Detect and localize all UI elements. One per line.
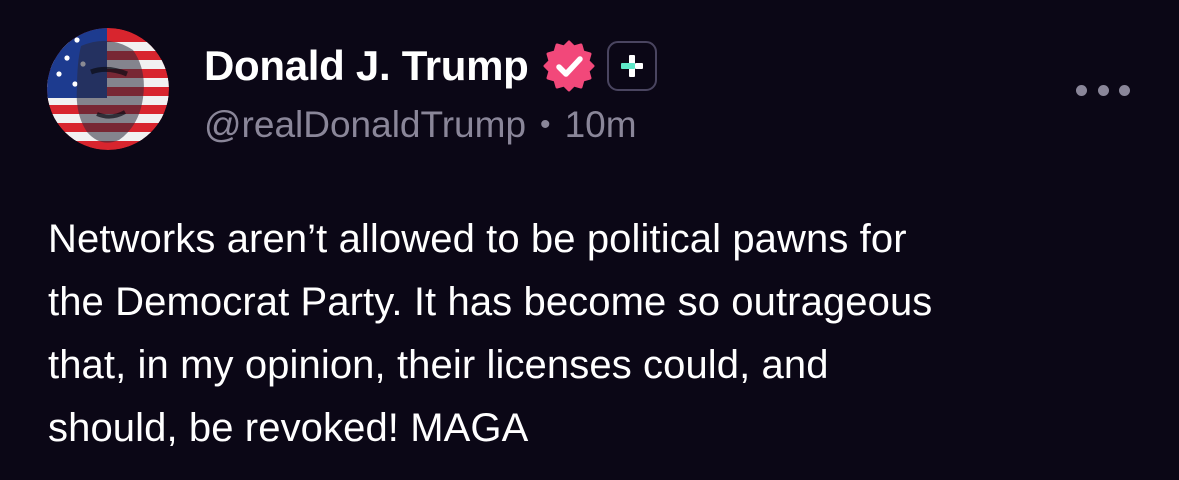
post-timestamp[interactable]: 10m: [565, 104, 637, 146]
post-header: Donald J. Trump @realDonaldTrump • 10m: [204, 40, 657, 146]
more-dot: [1119, 84, 1130, 96]
author-handle[interactable]: @realDonaldTrump: [204, 104, 526, 146]
avatar-image: [47, 28, 169, 150]
more-options-icon[interactable]: [1076, 76, 1130, 104]
truth-plus-icon[interactable]: [606, 41, 657, 91]
post-card: Donald J. Trump @realDonaldTrump • 10m N…: [0, 0, 1179, 480]
verified-badge-icon: [543, 40, 595, 92]
separator-dot: •: [540, 108, 551, 141]
name-row: Donald J. Trump: [204, 40, 657, 92]
more-dot: [1097, 84, 1109, 96]
post-text: Networks aren’t allowed to be political …: [48, 217, 933, 450]
avatar[interactable]: [47, 28, 169, 150]
handle-row: @realDonaldTrump • 10m: [204, 104, 657, 146]
more-dot: [1076, 84, 1087, 96]
author-display-name[interactable]: Donald J. Trump: [204, 42, 529, 90]
